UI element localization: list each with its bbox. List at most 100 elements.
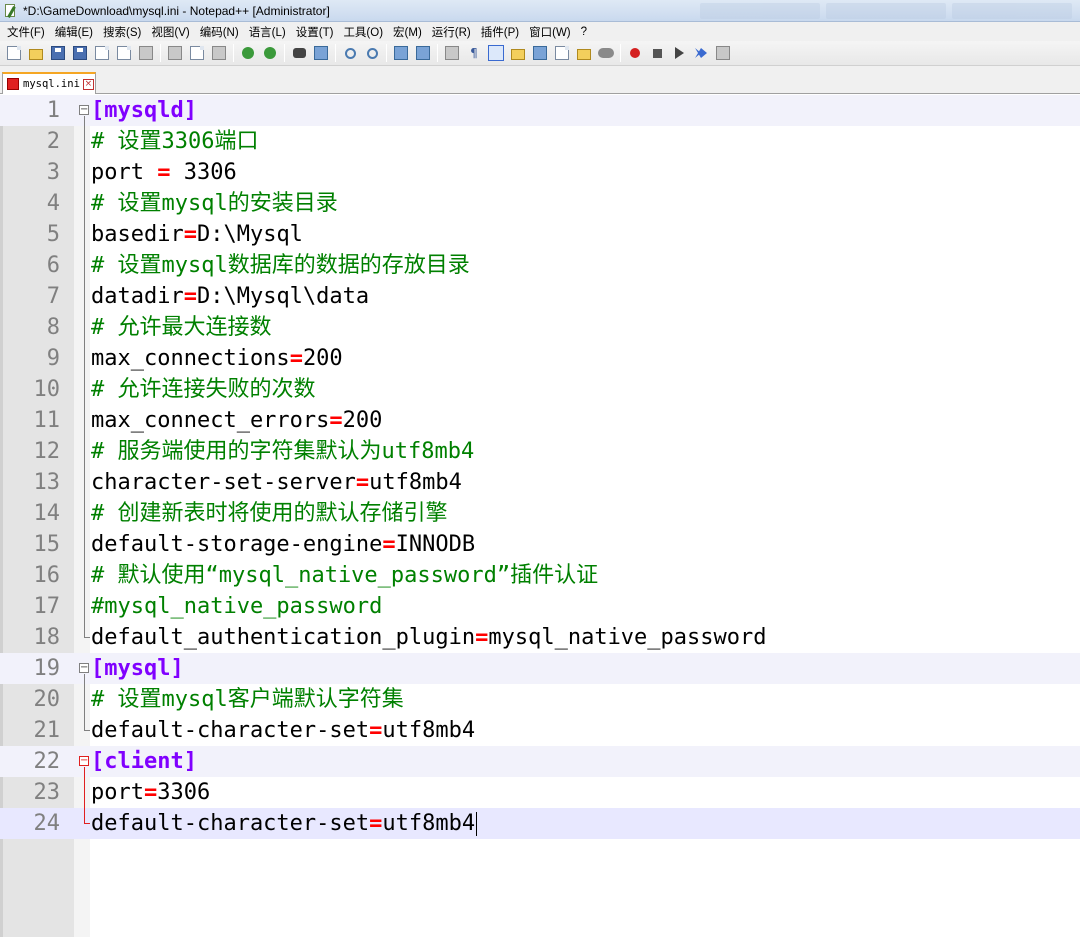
code-text[interactable]: default-character-set=utf8mb4: [91, 808, 478, 839]
menu-item-11[interactable]: 窗口(W): [524, 24, 576, 40]
indent-guide-button[interactable]: [487, 44, 505, 62]
code-line[interactable]: 17 #mysql_native_password: [0, 591, 1080, 622]
code-text[interactable]: # 允许连接失败的次数: [91, 374, 316, 405]
menu-item-1[interactable]: 编辑(E): [50, 24, 98, 40]
zoom-in-button[interactable]: [341, 44, 359, 62]
code-text[interactable]: # 设置mysql的安装目录: [91, 188, 338, 219]
menu-item-9[interactable]: 运行(R): [427, 24, 476, 40]
fold-toggle-icon[interactable]: −: [79, 663, 89, 673]
code-text[interactable]: default_authentication_plugin=mysql_nati…: [91, 622, 767, 653]
code-text[interactable]: # 允许最大连接数: [91, 312, 272, 343]
code-line[interactable]: 11 max_connect_errors=200: [0, 405, 1080, 436]
find-button[interactable]: [290, 44, 308, 62]
code-line[interactable]: 13 character-set-server=utf8mb4: [0, 467, 1080, 498]
open-file-button[interactable]: [27, 44, 45, 62]
menu-item-5[interactable]: 语言(L): [244, 24, 291, 40]
code-lines[interactable]: 1− [mysqld] 2 # 设置3306端口 3 port = 3306 4 # 设置my…: [0, 95, 1080, 839]
save-button[interactable]: [49, 44, 67, 62]
redo-button[interactable]: [261, 44, 279, 62]
code-text[interactable]: # 默认使用“mysql_native_password”插件认证: [91, 560, 598, 591]
function-list-button[interactable]: [553, 44, 571, 62]
code-line[interactable]: 15 default-storage-engine=INNODB: [0, 529, 1080, 560]
code-line[interactable]: 12 # 服务端使用的字符集默认为utf8mb4: [0, 436, 1080, 467]
fold-toggle-icon[interactable]: −: [79, 756, 89, 766]
user-language-button[interactable]: [509, 44, 527, 62]
run-macro-multiple-button[interactable]: [692, 44, 710, 62]
code-text[interactable]: max_connections=200: [91, 343, 343, 374]
word-wrap-button[interactable]: [443, 44, 461, 62]
save-macro-button[interactable]: [714, 44, 732, 62]
fold-toggle-icon[interactable]: −: [79, 105, 89, 115]
code-text[interactable]: character-set-server=utf8mb4: [91, 467, 462, 498]
menu-item-8[interactable]: 宏(M): [388, 24, 427, 40]
code-line[interactable]: 21 default-character-set=utf8mb4: [0, 715, 1080, 746]
playback-macro-button[interactable]: [670, 44, 688, 62]
code-text[interactable]: [mysql]: [91, 653, 184, 684]
zoom-out-button[interactable]: [363, 44, 381, 62]
menu-item-7[interactable]: 工具(O): [338, 24, 388, 40]
folder-workspace-button[interactable]: [575, 44, 593, 62]
tab-close-icon[interactable]: ×: [82, 78, 94, 90]
cut-button[interactable]: [166, 44, 184, 62]
code-text[interactable]: default-storage-engine=INNODB: [91, 529, 475, 560]
code-text[interactable]: port = 3306: [91, 157, 237, 188]
code-line[interactable]: 8 # 允许最大连接数: [0, 312, 1080, 343]
code-line[interactable]: 5 basedir=D:\Mysql: [0, 219, 1080, 250]
record-macro-button[interactable]: [626, 44, 644, 62]
code-line[interactable]: 6 # 设置mysql数据库的数据的存放目录: [0, 250, 1080, 281]
menu-item-4[interactable]: 编码(N): [195, 24, 244, 40]
code-line[interactable]: 18 default_authentication_plugin=mysql_na…: [0, 622, 1080, 653]
code-line[interactable]: 22 − [client]: [0, 746, 1080, 777]
code-line[interactable]: 20 # 设置mysql客户端默认字符集: [0, 684, 1080, 715]
menu-item-6[interactable]: 设置(T): [291, 24, 339, 40]
menu-item-3[interactable]: 视图(V): [146, 24, 194, 40]
new-file-button[interactable]: [5, 44, 23, 62]
code-line[interactable]: 4 # 设置mysql的安装目录: [0, 188, 1080, 219]
code-text[interactable]: max_connect_errors=200: [91, 405, 382, 436]
replace-button[interactable]: [312, 44, 330, 62]
code-line[interactable]: 9 max_connections=200: [0, 343, 1080, 374]
code-line[interactable]: 19 − [mysql]: [0, 653, 1080, 684]
sync-vertical-button[interactable]: [392, 44, 410, 62]
code-line[interactable]: 7 datadir=D:\Mysql\data: [0, 281, 1080, 312]
code-line[interactable]: 23 port=3306: [0, 777, 1080, 808]
code-text[interactable]: # 创建新表时将使用的默认存储引擎: [91, 498, 448, 529]
code-line[interactable]: 14 # 创建新表时将使用的默认存储引擎: [0, 498, 1080, 529]
code-line[interactable]: 2 # 设置3306端口: [0, 126, 1080, 157]
code-text[interactable]: #mysql_native_password: [91, 591, 382, 622]
sync-horizontal-button[interactable]: [414, 44, 432, 62]
doc-map-button[interactable]: [531, 44, 549, 62]
print-button[interactable]: [137, 44, 155, 62]
code-text[interactable]: datadir=D:\Mysql\data: [91, 281, 369, 312]
sync-horizontal-icon: [416, 46, 430, 60]
code-text[interactable]: # 设置mysql客户端默认字符集: [91, 684, 404, 715]
close-all-button[interactable]: [115, 44, 133, 62]
stop-record-button[interactable]: [648, 44, 666, 62]
tab-mysql-ini[interactable]: mysql.ini ×: [2, 72, 96, 94]
show-all-chars-button[interactable]: ¶: [465, 44, 483, 62]
code-text[interactable]: basedir=D:\Mysql: [91, 219, 303, 250]
close-button[interactable]: [93, 44, 111, 62]
paste-button[interactable]: [210, 44, 228, 62]
undo-button[interactable]: [239, 44, 257, 62]
code-line[interactable]: 1 − [mysqld]: [0, 95, 1080, 126]
copy-button[interactable]: [188, 44, 206, 62]
save-all-button[interactable]: [71, 44, 89, 62]
code-text[interactable]: default-character-set=utf8mb4: [91, 715, 475, 746]
code-text[interactable]: [client]: [91, 746, 197, 777]
menu-item-2[interactable]: 搜索(S): [98, 24, 146, 40]
menu-item-12[interactable]: ?: [576, 26, 592, 38]
code-text[interactable]: [mysqld]: [91, 95, 197, 126]
code-line[interactable]: 3 port = 3306: [0, 157, 1080, 188]
editor[interactable]: 1− [mysqld] 2 # 设置3306端口 3 port = 3306 4 # 设置my…: [0, 95, 1080, 937]
code-line[interactable]: 16 # 默认使用“mysql_native_password”插件认证: [0, 560, 1080, 591]
menu-item-10[interactable]: 插件(P): [476, 24, 524, 40]
code-text[interactable]: # 设置3306端口: [91, 126, 258, 157]
monitoring-button[interactable]: [597, 44, 615, 62]
code-line[interactable]: 24 default-character-set=utf8mb4: [0, 808, 1080, 839]
code-text[interactable]: # 服务端使用的字符集默认为utf8mb4: [91, 436, 474, 467]
code-text[interactable]: port=3306: [91, 777, 210, 808]
code-text[interactable]: # 设置mysql数据库的数据的存放目录: [91, 250, 470, 281]
code-line[interactable]: 10 # 允许连接失败的次数: [0, 374, 1080, 405]
menu-item-0[interactable]: 文件(F): [2, 24, 50, 40]
